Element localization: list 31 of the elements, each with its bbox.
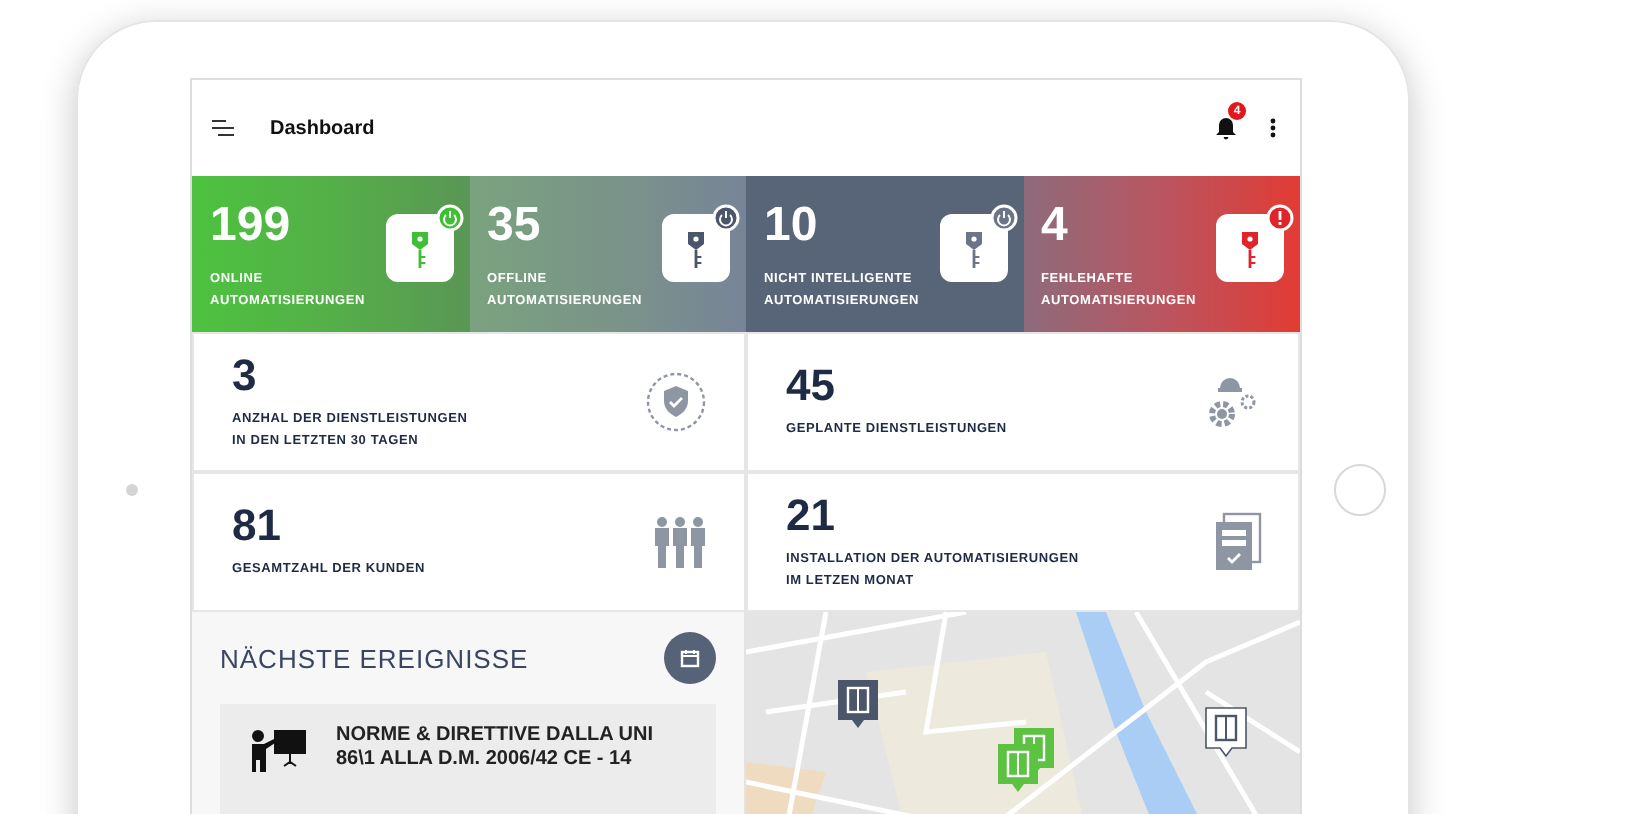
stat-value: 21 bbox=[786, 493, 837, 537]
stat-value: 45 bbox=[786, 364, 837, 408]
status-badge-icon bbox=[435, 204, 463, 232]
presenter-icon bbox=[248, 728, 308, 772]
people-icon bbox=[652, 516, 708, 568]
menu-icon[interactable] bbox=[212, 120, 234, 136]
status-badge-icon bbox=[989, 204, 1017, 232]
shield-badge-icon bbox=[644, 370, 708, 434]
more-icon[interactable] bbox=[1270, 118, 1276, 138]
page-title: Dashboard bbox=[270, 117, 377, 139]
map-pin[interactable] bbox=[838, 680, 878, 728]
status-badge-icon bbox=[712, 204, 740, 232]
key-icon bbox=[1216, 214, 1284, 282]
bell-icon[interactable] bbox=[1214, 116, 1238, 140]
tile-value: 4 bbox=[1041, 202, 1070, 250]
events-title: NÄCHSTE EREIGNISSE bbox=[220, 643, 529, 673]
calendar-icon bbox=[680, 648, 700, 668]
key-icon bbox=[662, 214, 730, 282]
event-card[interactable]: NORME & DIRETTIVE DALLA UNI 86\1 ALLA D.M. 2006/42 CE - 14 bbox=[220, 704, 716, 814]
tile-value: 199 bbox=[210, 202, 293, 250]
stat-value: 81 bbox=[232, 504, 283, 548]
tile-value: 10 bbox=[764, 202, 820, 250]
key-icon bbox=[385, 214, 453, 282]
stat-value: 3 bbox=[232, 353, 259, 397]
document-check-icon bbox=[1214, 512, 1262, 572]
tile-value: 35 bbox=[487, 202, 543, 250]
key-icon bbox=[939, 214, 1007, 282]
event-title: NORME & DIRETTIVE DALLA UNI 86\1 ALLA D.M. 2006/42 CE - 14 bbox=[336, 724, 656, 774]
camera-icon bbox=[126, 484, 138, 496]
calendar-button[interactable] bbox=[664, 632, 716, 684]
status-badge-icon bbox=[1266, 204, 1294, 232]
